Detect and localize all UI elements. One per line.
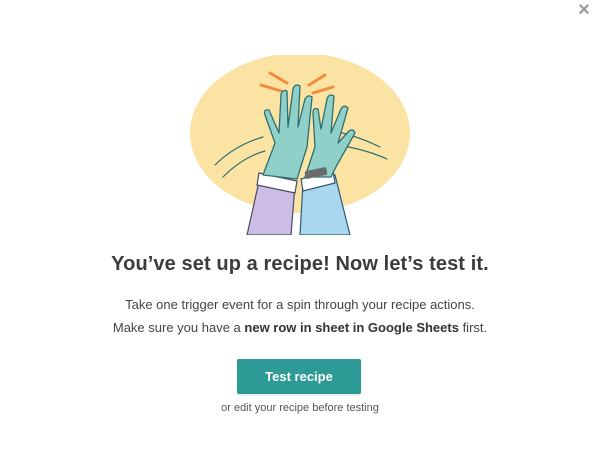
description: Take one trigger event for a spin throug… [0,293,600,339]
description-prefix: Make sure you have a [112,320,245,335]
description-line-1: Take one trigger event for a spin throug… [125,297,475,312]
high-five-illustration [190,55,410,235]
description-line-2: Make sure you have a new row in sheet in… [0,316,600,339]
close-icon[interactable]: × [574,0,594,20]
description-bold-trigger: new row in sheet in Google Sheets [244,320,459,335]
test-recipe-button[interactable]: Test recipe [237,359,361,394]
edit-recipe-link[interactable]: or edit your recipe before testing [0,402,600,414]
page-title: You’ve set up a recipe! Now let’s test i… [111,253,489,275]
description-suffix: first. [458,320,488,335]
test-recipe-modal: × You’ve set up a recipe! Now let’s test… [0,0,600,452]
